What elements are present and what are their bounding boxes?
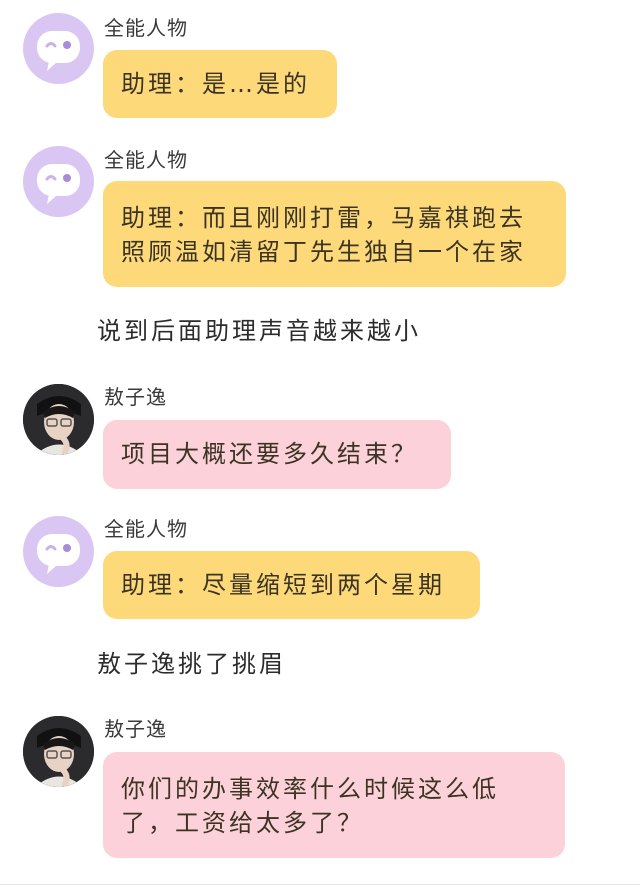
message-bubble: 项目大概还要多久结束？ [103, 420, 451, 489]
sender-name: 全能人物 [104, 517, 188, 541]
sender-name: 敖子逸 [104, 717, 167, 741]
chat-bubble-face-icon [37, 534, 80, 574]
bottom-divider [0, 884, 640, 885]
message-bubble: 助理：尽量缩短到两个星期 [103, 551, 480, 619]
narration-text: 说到后面助理声音越来越小 [97, 317, 421, 345]
message-bubble: 你们的办事效率什么时候这么低 了，工资给太多了？ [103, 752, 565, 858]
avatar[interactable] [23, 516, 94, 587]
chat-bubble-face-icon [37, 31, 80, 71]
profile-photo [23, 716, 94, 787]
message-bubble: 助理：而且刚刚打雷，马嘉祺跑去 照顾温如清留丁先生独自一个在家 [103, 181, 566, 287]
chat-bubble-face-icon [37, 164, 80, 204]
sender-name: 全能人物 [104, 16, 188, 40]
message-text: 项目大概还要多久结束？ [121, 440, 418, 468]
avatar[interactable] [23, 384, 94, 455]
message-text: 助理：是…是的 [121, 70, 310, 98]
chat-conversation: 全能人物 助理：是…是的 全能人物 助理：而且刚刚打雷，马嘉祺跑去 照顾温如清留… [0, 0, 640, 891]
profile-photo [23, 384, 94, 455]
sender-name: 敖子逸 [104, 385, 167, 409]
sender-name: 全能人物 [104, 148, 188, 172]
message-text: 助理：尽量缩短到两个星期 [121, 571, 445, 599]
message-text-line: 照顾温如清留丁先生独自一个在家 [121, 238, 526, 266]
message-bubble: 助理：是…是的 [103, 50, 337, 118]
message-text-line: 你们的办事效率什么时候这么低 [121, 775, 499, 803]
avatar[interactable] [23, 146, 94, 217]
message-text-line: 了，工资给太多了？ [121, 809, 364, 837]
avatar[interactable] [23, 13, 94, 84]
avatar[interactable] [23, 716, 94, 787]
message-text-line: 助理：而且刚刚打雷，马嘉祺跑去 [121, 204, 526, 232]
narration-text: 敖子逸挑了挑眉 [97, 650, 286, 678]
